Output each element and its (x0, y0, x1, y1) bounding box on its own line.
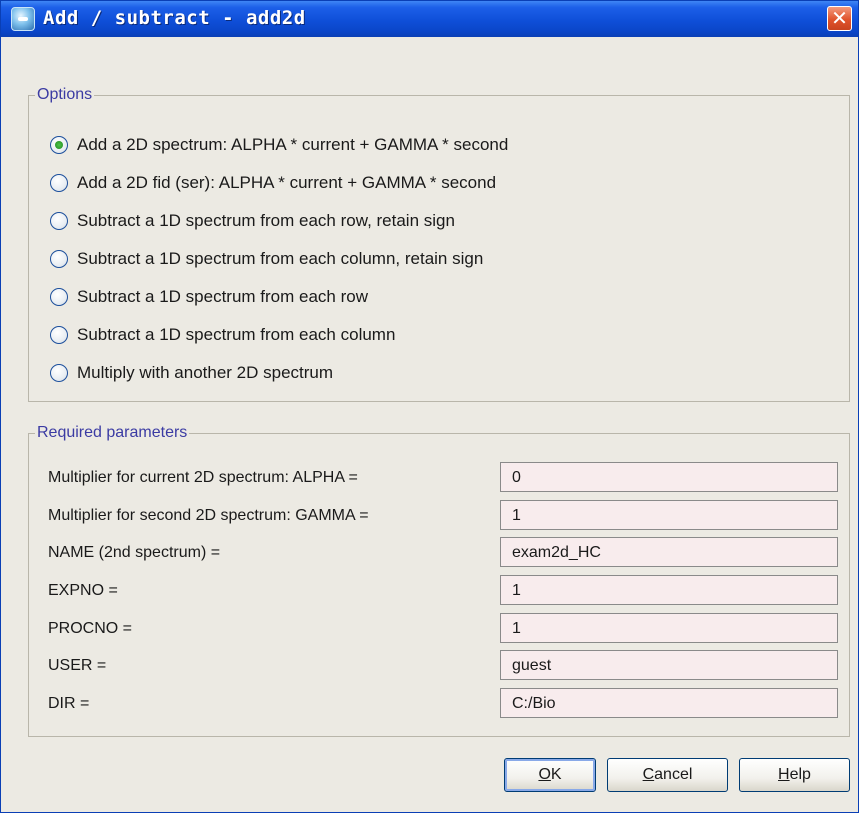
radio-button[interactable] (50, 136, 68, 154)
option-label: Subtract a 1D spectrum from each row (77, 287, 369, 306)
option-label: Subtract a 1D spectrum from each row, re… (77, 211, 455, 230)
cancel-label-rest: ancel (654, 766, 693, 783)
radio-button[interactable] (50, 288, 68, 306)
app-logo-icon (11, 7, 35, 31)
radio-button[interactable] (50, 212, 68, 230)
add-subtract-dialog: Add / subtract - add2d ✕ Options Add a 2… (0, 0, 859, 813)
expno-label: EXPNO = (48, 582, 118, 599)
gamma-field[interactable]: 1 (500, 500, 838, 530)
parameters-legend: Required parameters (35, 424, 190, 442)
option-label: Add a 2D spectrum: ALPHA * current + GAM… (77, 135, 509, 154)
cancel-button[interactable]: Cancel (607, 758, 728, 792)
help-label-rest: elp (789, 766, 811, 783)
ok-button[interactable]: OK (504, 758, 596, 792)
help-mnemonic: H (778, 766, 790, 783)
user-field[interactable]: guest (500, 650, 838, 680)
name-field[interactable]: exam2d_HC (500, 537, 838, 567)
cancel-mnemonic: C (642, 766, 655, 783)
close-icon: ✕ (831, 6, 848, 30)
title-bar[interactable]: Add / subtract - add2d ✕ (1, 1, 858, 37)
gamma-label: Multiplier for second 2D spectrum: GAMMA… (48, 507, 369, 524)
radio-button[interactable] (50, 174, 68, 192)
ok-label-rest: K (550, 766, 562, 783)
user-label: USER = (48, 657, 107, 674)
radio-button[interactable] (50, 326, 68, 344)
options-group: Options Add a 2D spectrum: ALPHA * curre… (28, 86, 850, 402)
name-label: NAME (2nd spectrum) = (48, 544, 221, 561)
alpha-field[interactable]: 0 (500, 462, 838, 492)
option-label: Add a 2D fid (ser): ALPHA * current + GA… (77, 173, 497, 192)
required-parameters-group: Required parameters Multiplier for curre… (28, 424, 850, 737)
dir-field[interactable]: C:/Bio (500, 688, 838, 718)
option-label: Multiply with another 2D spectrum (77, 363, 334, 382)
options-legend: Options (35, 86, 95, 104)
option-label: Subtract a 1D spectrum from each column,… (77, 249, 484, 268)
radio-button[interactable] (50, 364, 68, 382)
radio-button[interactable] (50, 250, 68, 268)
procno-label: PROCNO = (48, 620, 133, 637)
alpha-label: Multiplier for current 2D spectrum: ALPH… (48, 469, 358, 486)
help-button[interactable]: Help (739, 758, 850, 792)
dir-label: DIR = (48, 695, 90, 712)
expno-field[interactable]: 1 (500, 575, 838, 605)
procno-field[interactable]: 1 (500, 613, 838, 643)
ok-mnemonic: O (538, 766, 551, 783)
window-title: Add / subtract - add2d (43, 7, 306, 29)
close-button[interactable]: ✕ (827, 6, 852, 31)
option-label: Subtract a 1D spectrum from each column (77, 325, 396, 344)
